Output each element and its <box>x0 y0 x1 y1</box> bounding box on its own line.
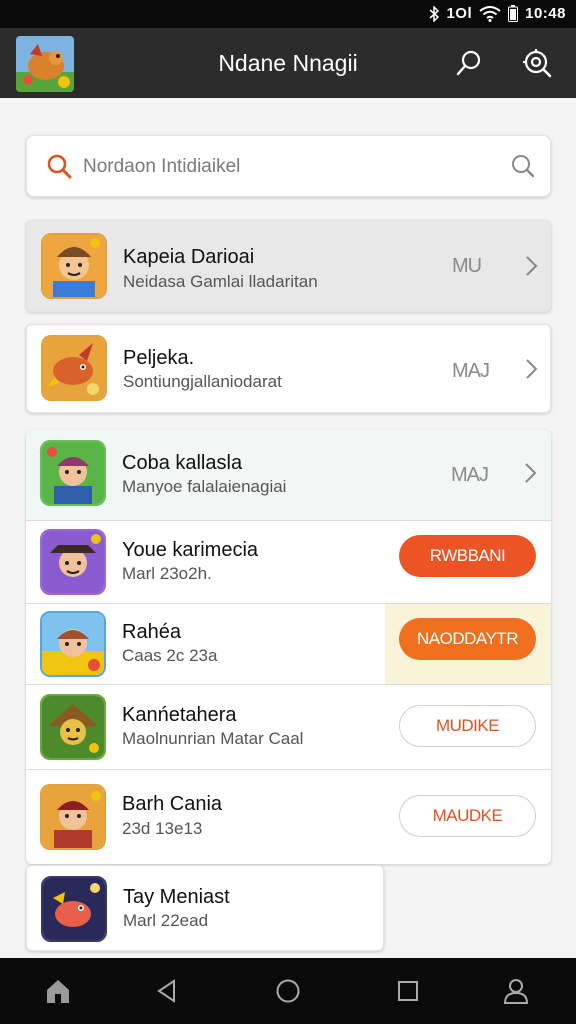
system-nav-bar <box>0 958 576 1024</box>
game-subtitle: 23d 13e13 <box>122 819 203 838</box>
game-title: Tay Meniast <box>123 886 230 908</box>
game-title: Barh Cania <box>122 793 223 815</box>
game-title: Youe karimecia <box>122 539 259 561</box>
profile-button[interactable] <box>499 974 533 1008</box>
game-title: Peljeka. <box>123 347 195 369</box>
game-title: Kanńetahera <box>122 704 237 726</box>
game-tag: MAJ <box>451 464 489 486</box>
profile-icon <box>503 979 529 1004</box>
game-tag: MU <box>452 255 482 277</box>
game-icon <box>40 440 106 506</box>
app-logo[interactable] <box>16 36 74 92</box>
game-tag: MAJ <box>452 360 490 382</box>
game-title: Kapeia Darioai <box>123 246 255 268</box>
game-icon <box>41 233 107 299</box>
game-icon <box>40 611 106 677</box>
search-button[interactable] <box>452 46 486 80</box>
game-card[interactable]: Peljeka. Sontiungjallaniodarat MAJ <box>26 324 551 413</box>
status-time: 10:48 <box>525 5 566 22</box>
game-subtitle: Neidasa Gamlai lladaritan <box>123 272 318 291</box>
home-icon <box>47 980 69 1003</box>
game-row[interactable]: Coba kallasla Manyoe falalaienagiai MAJ <box>26 430 551 521</box>
search-icon <box>45 152 73 185</box>
game-icon <box>41 876 107 942</box>
game-action-button[interactable]: MAUDKE <box>399 795 536 837</box>
game-subtitle: Caas 2c 23a <box>122 646 218 665</box>
network-label: 1Ol <box>446 5 473 22</box>
chevron-right-icon[interactable] <box>522 461 540 485</box>
game-subtitle: Maolnunrian Matar Caal <box>122 729 304 748</box>
game-card[interactable]: Kapeia Darioai Neidasa Gamlai lladaritan… <box>26 220 551 312</box>
chevron-right-icon[interactable] <box>523 254 541 278</box>
game-action-button[interactable]: NAODDAYTR <box>399 618 536 660</box>
target-icon <box>523 49 552 78</box>
back-button[interactable] <box>150 974 184 1008</box>
game-row[interactable]: Youe karimecia Marl 23o2h. RWBBANI <box>26 521 551 604</box>
home-button[interactable] <box>41 974 75 1008</box>
search-input[interactable] <box>83 150 503 184</box>
battery-icon <box>508 5 519 22</box>
status-bar: 1Ol 10:48 <box>0 0 576 28</box>
game-subtitle: Marl 23o2h. <box>122 564 212 583</box>
game-action-button[interactable]: MUDIKE <box>399 705 536 747</box>
wifi-icon <box>479 5 501 22</box>
game-title: Rahéa <box>122 621 181 643</box>
app-bar: Ndane Nnagii <box>0 28 576 98</box>
app-title: Ndane Nnagii <box>218 50 358 76</box>
game-icon <box>40 784 106 850</box>
game-icon <box>40 694 106 760</box>
search-submit-icon[interactable] <box>510 153 536 184</box>
chevron-right-icon[interactable] <box>523 357 541 381</box>
recents-button[interactable] <box>391 974 425 1008</box>
search-icon <box>456 50 481 76</box>
game-icon <box>41 335 107 401</box>
circle-home-icon <box>276 979 300 1003</box>
game-row[interactable]: Rahéa Caas 2c 23a NAODDAYTR <box>26 604 551 685</box>
status-icons: 1Ol 10:48 <box>429 5 566 22</box>
circle-home-button[interactable] <box>271 974 305 1008</box>
back-icon <box>157 979 175 1003</box>
target-button[interactable] <box>520 46 554 80</box>
game-row[interactable]: Kanńetahera Maolnunrian Matar Caal MUDIK… <box>26 685 551 770</box>
game-row[interactable]: Barh Cania 23d 13e13 MAUDKE <box>26 770 551 864</box>
bluetooth-icon <box>429 5 440 22</box>
game-subtitle: Marl 22ead <box>123 911 209 930</box>
game-title: Coba kallasla <box>122 452 243 474</box>
game-subtitle: Sontiungjallaniodarat <box>123 372 282 391</box>
game-icon <box>40 529 106 595</box>
search-box[interactable] <box>26 135 551 197</box>
recents-icon <box>398 981 418 1001</box>
game-action-button[interactable]: RWBBANI <box>399 535 536 577</box>
game-card[interactable]: Tay Meniast Marl 22ead <box>26 865 384 951</box>
game-subtitle: Manyoe falalaienagiai <box>122 477 287 496</box>
